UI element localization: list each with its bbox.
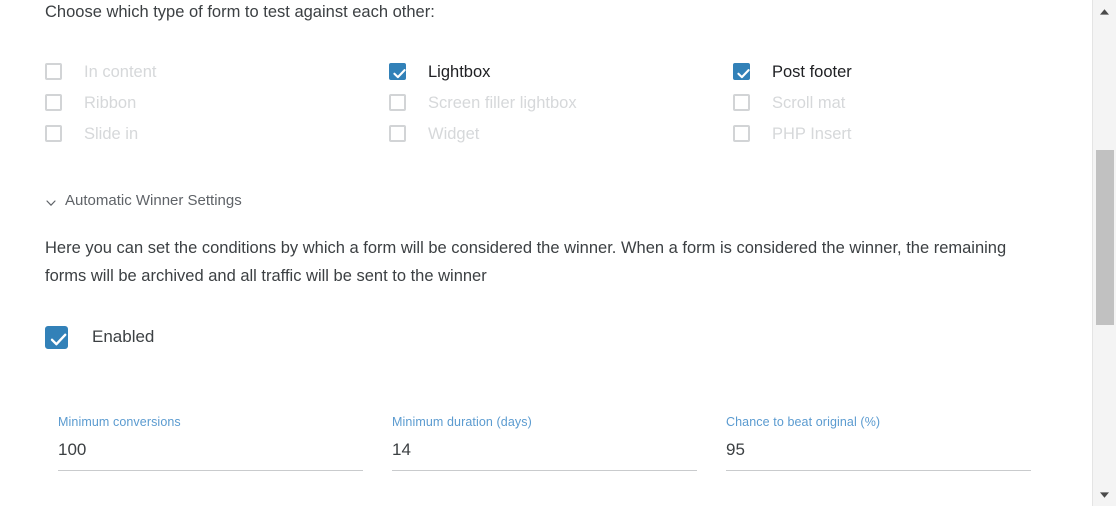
checkbox-scroll-mat[interactable]: [733, 94, 750, 111]
checkbox-enabled[interactable]: [45, 325, 68, 349]
field-underline: [726, 470, 1031, 471]
form-type-option-slide-in[interactable]: Slide in: [45, 118, 156, 149]
form-type-option-post-footer[interactable]: Post footer: [733, 56, 852, 87]
section-description: Here you can set the conditions by which…: [45, 239, 1007, 285]
chance-to-beat-original-input[interactable]: 95: [726, 439, 1031, 461]
form-type-label: Screen filler lightbox: [428, 93, 577, 112]
field-minimum-conversions[interactable]: Minimum conversions 100: [58, 414, 363, 471]
triangle-down-icon: [1100, 491, 1109, 498]
form-type-column-3: Post footer Scroll mat PHP Insert: [733, 56, 852, 149]
scrollbar-thumb[interactable]: [1096, 150, 1114, 325]
vertical-scrollbar[interactable]: [1092, 0, 1116, 506]
field-underline: [392, 470, 697, 471]
page-intro-text: Choose which type of form to test agains…: [45, 3, 435, 21]
winner-condition-fields: Minimum conversions 100 Minimum duration…: [0, 414, 1092, 474]
field-label: Minimum duration (days): [392, 415, 532, 429]
settings-scroll-pane: Choose which type of form to test agains…: [0, 0, 1092, 506]
checkbox-screen-filler-lightbox[interactable]: [389, 94, 406, 111]
form-type-option-php-insert[interactable]: PHP Insert: [733, 118, 852, 149]
section-title: Automatic Winner Settings: [65, 192, 242, 209]
checkbox-php-insert[interactable]: [733, 125, 750, 142]
form-type-option-in-content[interactable]: In content: [45, 56, 156, 87]
form-type-option-widget[interactable]: Widget: [389, 118, 577, 149]
check-icon: [50, 333, 67, 345]
checkbox-slide-in[interactable]: [45, 125, 62, 142]
form-type-label: Scroll mat: [772, 93, 846, 112]
checkbox-lightbox[interactable]: [389, 63, 406, 80]
checkbox-widget[interactable]: [389, 125, 406, 142]
form-type-column-2: Lightbox Screen filler lightbox Widget: [389, 56, 577, 149]
automatic-winner-settings-header[interactable]: Automatic Winner Settings: [45, 190, 242, 212]
checkbox-post-footer[interactable]: [733, 63, 750, 80]
minimum-duration-input[interactable]: 14: [392, 439, 697, 461]
form-type-label: Post footer: [772, 62, 852, 81]
field-minimum-duration[interactable]: Minimum duration (days) 14: [392, 414, 697, 471]
field-label: Minimum conversions: [58, 415, 181, 429]
enabled-label: Enabled: [92, 327, 155, 346]
automatic-winner-enabled-row[interactable]: Enabled: [45, 325, 154, 349]
minimum-conversions-input[interactable]: 100: [58, 439, 363, 461]
field-chance-to-beat-original[interactable]: Chance to beat original (%) 95: [726, 414, 1031, 471]
form-type-option-screen-filler-lightbox[interactable]: Screen filler lightbox: [389, 87, 577, 118]
form-type-label: Slide in: [84, 124, 139, 143]
form-type-label: Lightbox: [428, 62, 491, 81]
form-type-label: Ribbon: [84, 93, 137, 112]
form-type-column-1: In content Ribbon Slide in: [45, 56, 156, 149]
form-type-option-lightbox[interactable]: Lightbox: [389, 56, 577, 87]
checkbox-in-content[interactable]: [45, 63, 62, 80]
field-label: Chance to beat original (%): [726, 415, 881, 429]
form-type-label: PHP Insert: [772, 124, 852, 143]
chevron-down-icon[interactable]: [45, 196, 57, 208]
scroll-down-button[interactable]: [1093, 483, 1116, 506]
form-type-label: In content: [84, 62, 157, 81]
scroll-up-button[interactable]: [1093, 0, 1116, 23]
check-icon: [737, 69, 750, 79]
field-underline: [58, 470, 363, 471]
form-type-label: Widget: [428, 124, 480, 143]
form-type-option-ribbon[interactable]: Ribbon: [45, 87, 156, 118]
triangle-up-icon: [1100, 8, 1109, 15]
checkbox-ribbon[interactable]: [45, 94, 62, 111]
form-type-option-scroll-mat[interactable]: Scroll mat: [733, 87, 852, 118]
check-icon: [393, 69, 406, 79]
